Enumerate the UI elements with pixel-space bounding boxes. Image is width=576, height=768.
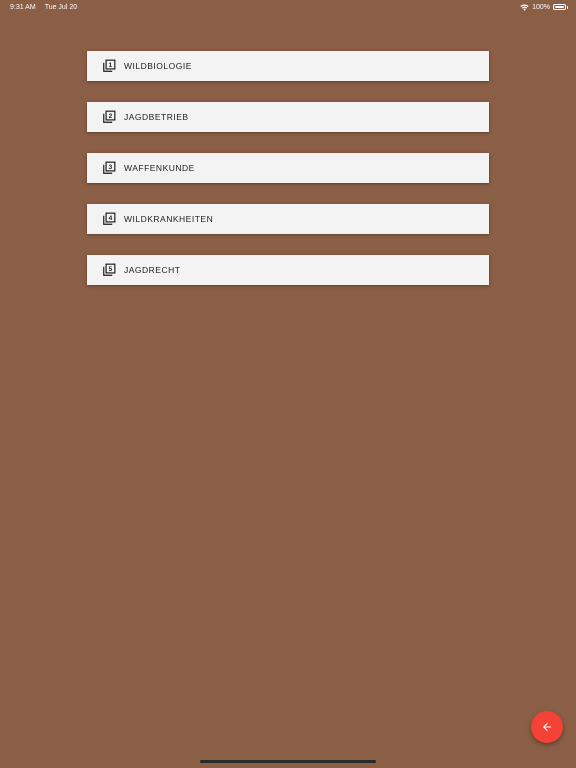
filter-2-icon: 2 (103, 110, 116, 123)
chapter-label: WILDKRANKHEITEN (124, 214, 214, 224)
chapter-label: JAGDBETRIEB (124, 112, 189, 122)
status-right: 100% (520, 4, 568, 11)
status-time: 9:31 AM (10, 3, 36, 11)
back-fab-button[interactable] (531, 711, 563, 743)
filter-3-icon: 3 (103, 161, 116, 174)
arrow-back-icon (543, 723, 551, 731)
wifi-icon (520, 3, 529, 11)
status-bar: 9:31 AM Tue Jul 20 100% (0, 0, 576, 14)
chapter-item-wildbiologie[interactable]: 1 WILDBIOLOGIE (87, 51, 489, 81)
chapter-label: WAFFENKUNDE (124, 163, 195, 173)
home-indicator[interactable] (200, 760, 376, 763)
chapter-item-jagdbetrieb[interactable]: 2 JAGDBETRIEB (87, 102, 489, 132)
battery-percent: 100% (532, 3, 550, 11)
chapter-number: 3 (109, 164, 113, 171)
chapter-label: WILDBIOLOGIE (124, 61, 192, 71)
filter-1-icon: 1 (103, 59, 116, 72)
chapter-number: 4 (109, 215, 113, 222)
chapter-number: 1 (109, 62, 113, 69)
chapter-item-waffenkunde[interactable]: 3 WAFFENKUNDE (87, 153, 489, 183)
chapter-item-jagdrecht[interactable]: 5 JAGDRECHT (87, 255, 489, 285)
chapter-label: JAGDRECHT (124, 265, 181, 275)
chapter-number: 5 (109, 266, 113, 273)
chapter-number: 2 (109, 113, 113, 120)
chapter-item-wildkrankheiten[interactable]: 4 WILDKRANKHEITEN (87, 204, 489, 234)
battery-icon (553, 4, 568, 10)
filter-4-icon: 4 (103, 212, 116, 225)
chapter-list: 1 WILDBIOLOGIE 2 JAGDBETRIEB 3 WAFFENKUN… (87, 51, 489, 285)
battery-level (555, 6, 564, 8)
status-date: Tue Jul 20 (44, 3, 78, 11)
filter-5-icon: 5 (103, 263, 116, 276)
status-left: 9:31 AM Tue Jul 20 (10, 4, 77, 11)
